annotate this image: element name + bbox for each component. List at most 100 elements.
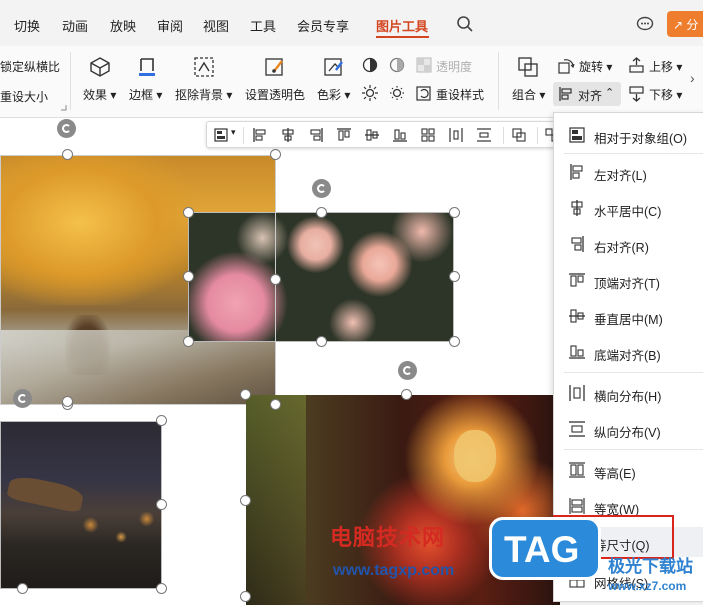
resize-handle[interactable] (156, 583, 167, 594)
rotate-icon[interactable] (558, 57, 575, 74)
align-right-icon[interactable] (309, 128, 323, 142)
resize-handle[interactable] (449, 207, 460, 218)
menu-item-label: 水平居中(C) (594, 205, 662, 219)
remove-background-button[interactable]: 抠除背景 ▾ (175, 86, 232, 103)
border-icon[interactable] (136, 55, 158, 77)
dialog-launcher-icon[interactable] (60, 104, 67, 111)
decrease-brightness-icon[interactable] (388, 84, 406, 102)
reset-style-icon[interactable] (416, 85, 432, 101)
ribbon-scroll-right-icon[interactable]: › (690, 70, 695, 86)
resize-handle[interactable] (316, 207, 327, 218)
set-transparent-color-icon[interactable] (264, 56, 286, 78)
menu-slideshow[interactable]: 放映 (110, 16, 136, 35)
resize-handle[interactable] (156, 415, 167, 426)
resize-handle[interactable] (449, 336, 460, 347)
chat-icon[interactable] (636, 15, 654, 33)
decrease-contrast-icon[interactable] (388, 56, 406, 74)
resize-handle[interactable] (183, 271, 194, 282)
share-button[interactable]: ↗ 分 (667, 11, 703, 37)
group-icon[interactable] (512, 128, 526, 142)
floating-align-toolbar: ▾ (206, 121, 566, 148)
effect-icon[interactable] (89, 56, 111, 78)
menu-item-center-vertical[interactable]: 垂直居中(M) (554, 301, 703, 331)
align-relative-icon[interactable] (214, 128, 228, 142)
resize-handle[interactable] (62, 396, 73, 407)
rotate-handle-icon[interactable] (57, 119, 76, 138)
share-icon: ↗ (673, 18, 684, 32)
menu-item-label: 纵向分布(V) (594, 426, 661, 440)
menu-item-same-height[interactable]: 等高(E) (554, 455, 703, 485)
align-top-icon[interactable] (337, 128, 351, 142)
menu-item-distribute-vertical[interactable]: 纵向分布(V) (554, 414, 703, 444)
share-label: 分 (686, 18, 699, 32)
align-center-h-icon (571, 200, 583, 216)
bring-forward-button[interactable]: 上移 ▾ (649, 58, 682, 75)
resize-handle[interactable] (183, 207, 194, 218)
color-icon[interactable] (323, 56, 345, 78)
watermark: 电脑技术网 www.tagxp.com TAG 极光下载站 www.xz7.co… (330, 512, 703, 605)
distribute-h-icon[interactable] (449, 128, 463, 142)
rotate-handle-icon[interactable] (13, 389, 32, 408)
lantern (454, 430, 496, 482)
reset-size-button[interactable]: 重设大小 (0, 88, 48, 105)
reset-style-button[interactable]: 重设样式 (436, 86, 484, 103)
menu-item-label: 相对于对象组(O) (594, 132, 688, 146)
bring-forward-icon[interactable] (628, 57, 645, 74)
resize-handle[interactable] (401, 389, 412, 400)
rotate-button[interactable]: 旋转 ▾ (579, 58, 612, 75)
menu-review[interactable]: 审阅 (157, 16, 183, 35)
resize-handle[interactable] (240, 389, 251, 400)
resize-handle[interactable] (270, 274, 281, 285)
resize-handle[interactable] (316, 336, 327, 347)
toolbar-separator (243, 127, 244, 144)
group-icon[interactable] (517, 56, 539, 78)
increase-brightness-icon[interactable] (361, 84, 379, 102)
align-bottom-icon[interactable] (393, 128, 407, 142)
menu-view[interactable]: 视图 (203, 16, 229, 35)
menu-tools[interactable]: 工具 (250, 16, 276, 35)
search-icon[interactable] (456, 15, 474, 33)
menu-animation[interactable]: 动画 (62, 16, 88, 35)
menu-item-align-top[interactable]: 顶端对齐(T) (554, 265, 703, 295)
chevron-down-icon[interactable]: ▾ (231, 127, 236, 138)
distribute-grid-icon[interactable] (421, 128, 435, 142)
menu-item-center-horizontal[interactable]: 水平居中(C) (554, 193, 703, 223)
menu-item-distribute-horizontal[interactable]: 横向分布(H) (554, 378, 703, 408)
menu-item-label: 横向分布(H) (594, 390, 662, 404)
menu-transition[interactable]: 切换 (14, 16, 40, 35)
distribute-v-icon[interactable] (477, 128, 491, 142)
lock-ratio-checkbox-label[interactable]: 锁定纵横比 (0, 58, 60, 75)
border-button[interactable]: 边框 ▾ (129, 86, 162, 103)
resize-handle[interactable] (183, 336, 194, 347)
menu-member[interactable]: 会员专享 (297, 16, 349, 35)
menu-item-label: 等高(E) (594, 467, 636, 481)
menu-item-align-bottom[interactable]: 底端对齐(B) (554, 337, 703, 367)
increase-contrast-icon[interactable] (361, 56, 379, 74)
distribute-h-icon (569, 385, 585, 401)
group-button[interactable]: 组合 ▾ (512, 86, 545, 103)
resize-handle[interactable] (270, 399, 281, 410)
resize-handle[interactable] (156, 499, 167, 510)
effect-button[interactable]: 效果 ▾ (83, 86, 116, 103)
set-transparent-color-button[interactable]: 设置透明色 (245, 86, 305, 103)
resize-handle[interactable] (449, 271, 460, 282)
align-center-h-icon[interactable] (281, 128, 295, 142)
menu-item-relative-to-group[interactable]: 相对于对象组(O) (554, 120, 703, 150)
send-backward-icon[interactable] (628, 85, 645, 102)
menu-picture-tools[interactable]: 图片工具 (376, 16, 428, 35)
menu-item-align-left[interactable]: 左对齐(L) (554, 157, 703, 187)
rotate-handle-icon[interactable] (312, 179, 331, 198)
resize-handle[interactable] (240, 495, 251, 506)
resize-handle[interactable] (62, 149, 73, 160)
resize-handle[interactable] (270, 149, 281, 160)
color-button[interactable]: 色彩 ▾ (317, 86, 350, 103)
rotate-handle-icon[interactable] (398, 361, 417, 380)
send-backward-button[interactable]: 下移 ▾ (649, 86, 682, 103)
align-left-icon[interactable] (253, 128, 267, 142)
resize-handle[interactable] (240, 591, 251, 602)
align-button[interactable]: 对齐 ⌃ (553, 82, 621, 106)
menu-item-align-right[interactable]: 右对齐(R) (554, 229, 703, 259)
remove-background-icon[interactable] (193, 56, 215, 78)
resize-handle[interactable] (17, 583, 28, 594)
align-middle-v-icon[interactable] (365, 128, 379, 142)
